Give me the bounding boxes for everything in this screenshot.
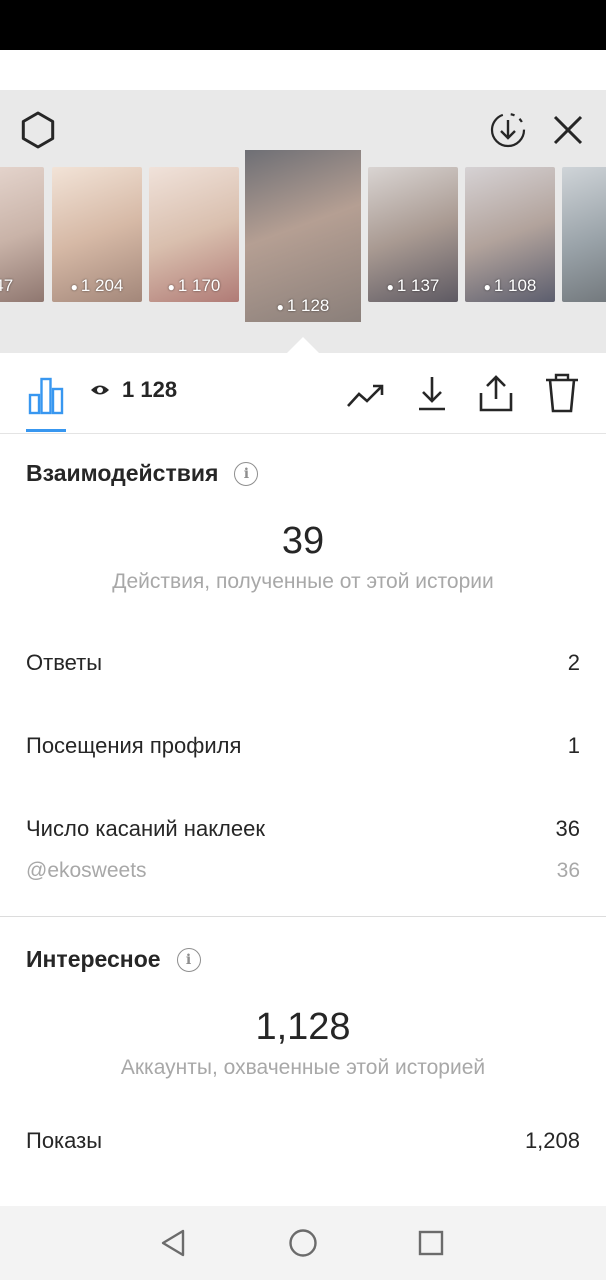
metric-value: 1,208 xyxy=(524,1128,580,1153)
eye-icon: ● xyxy=(386,280,394,294)
metric-value: 36 xyxy=(556,859,580,882)
info-icon[interactable]: i xyxy=(234,461,259,486)
selection-notch xyxy=(286,337,320,354)
back-icon[interactable] xyxy=(152,1222,194,1264)
story-view-count: ● 1 204 xyxy=(70,276,124,295)
metric-label: Показы xyxy=(26,1128,103,1153)
metric-row-sticker-taps: Число касаний наклеек 36 xyxy=(26,816,580,842)
home-icon[interactable] xyxy=(282,1222,324,1264)
metric-label: Число касаний наклеек xyxy=(26,816,265,841)
story-view-count: ● 1 170 xyxy=(167,276,221,295)
metric-label: Ответы xyxy=(26,650,103,675)
eye-icon: ● xyxy=(276,300,284,314)
metric-row-impressions: Показы 1,208 xyxy=(26,1128,580,1154)
discovery-section-title: Интересное i xyxy=(26,946,201,973)
story-thumbnail[interactable]: ● 1 137 xyxy=(368,167,458,302)
views-tab[interactable]: 1 128 xyxy=(90,377,177,403)
story-view-count: ● 1 137 xyxy=(386,276,440,295)
metric-row-sticker-account: @ekosweets 36 xyxy=(26,859,580,883)
system-navigation-bar xyxy=(0,1206,606,1280)
eye-icon xyxy=(91,385,109,395)
active-tab-indicator xyxy=(26,429,66,432)
info-icon[interactable]: i xyxy=(176,947,201,972)
story-view-count: ● 1 128 xyxy=(276,296,330,315)
story-thumbnail[interactable]: ● 1 108 xyxy=(465,167,555,302)
share-icon[interactable] xyxy=(474,371,518,415)
metric-row-replies: Ответы 2 xyxy=(26,650,580,676)
save-story-icon[interactable] xyxy=(486,108,530,152)
metric-value: 36 xyxy=(555,816,580,841)
story-view-count: ● 1 108 xyxy=(483,276,537,295)
eye-icon: ● xyxy=(167,280,175,294)
story-strip: 247 ●1 204 ●1 170 ●1 128 ●1 137 ●1 108 xyxy=(0,90,606,354)
story-thumbnail[interactable]: ● 1 204 xyxy=(52,167,142,302)
delete-icon[interactable] xyxy=(540,371,584,415)
metric-label: @ekosweets xyxy=(26,859,147,882)
eye-icon: ● xyxy=(483,280,491,294)
story-view-count: 247 xyxy=(0,276,14,295)
eye-icon: ● xyxy=(70,280,78,294)
promote-icon[interactable] xyxy=(344,375,388,415)
metric-value: 1 xyxy=(567,733,580,758)
story-toolbar: 1 128 xyxy=(0,353,606,434)
discovery-caption: Аккаунты, охваченные этой историей xyxy=(120,1056,486,1079)
download-icon[interactable] xyxy=(410,371,454,415)
recents-icon[interactable] xyxy=(410,1222,452,1264)
top-spacer xyxy=(0,50,606,90)
settings-icon[interactable] xyxy=(16,108,60,152)
story-thumbnail[interactable]: 247 xyxy=(0,167,44,302)
discovery-total: 1,128 xyxy=(255,1006,351,1048)
status-bar xyxy=(0,0,606,50)
section-divider xyxy=(0,916,606,917)
interactions-total: 39 xyxy=(281,520,325,562)
metric-label: Посещения профиля xyxy=(26,733,242,758)
metric-row-profile-visits: Посещения профиля 1 xyxy=(26,733,580,759)
story-thumbnail[interactable] xyxy=(562,167,606,302)
insights-tab-icon[interactable] xyxy=(24,373,68,417)
interactions-caption: Действия, полученные от этой истории xyxy=(112,570,494,593)
interactions-section-title: Взаимодействия i xyxy=(26,460,259,487)
close-icon[interactable] xyxy=(546,108,590,152)
story-thumbnail[interactable]: ● 1 170 xyxy=(149,167,239,302)
story-thumbnail-active[interactable]: ● 1 128 xyxy=(245,150,361,322)
metric-value: 2 xyxy=(567,650,580,675)
